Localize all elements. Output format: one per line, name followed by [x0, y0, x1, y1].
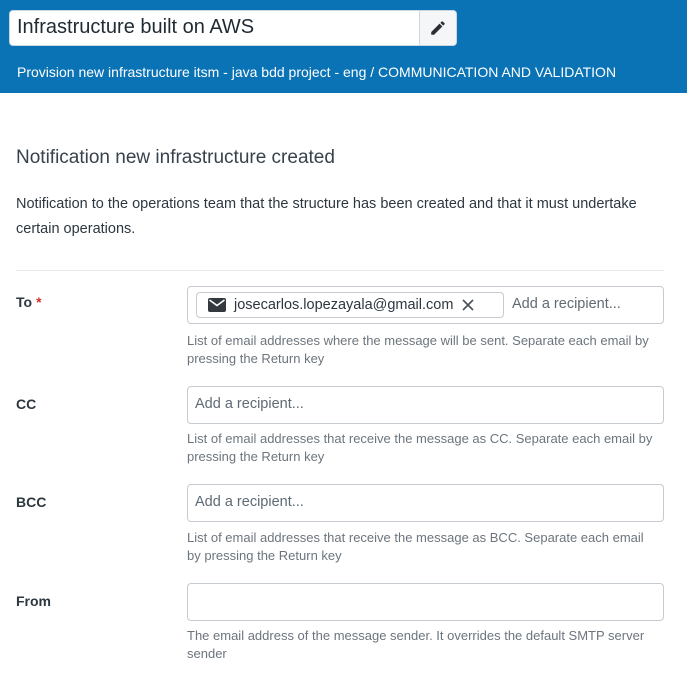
recipient-email: josecarlos.lopezayala@gmail.com	[234, 297, 454, 313]
cc-label: CC	[16, 396, 37, 412]
section-title: Notification new infrastructure created	[16, 147, 335, 168]
section-description: Notification to the operations team that…	[16, 196, 637, 237]
page-title[interactable]: Infrastructure built on AWS	[17, 16, 254, 39]
cc-input-placeholder[interactable]: Add a recipient...	[195, 396, 304, 412]
to-field[interactable]: josecarlos.lopezayala@gmail.com Add a re…	[187, 286, 664, 324]
required-marker: *	[36, 294, 42, 310]
cc-help-text: List of email addresses that receive the…	[187, 431, 653, 464]
bcc-field[interactable]: Add a recipient...	[187, 484, 664, 522]
from-help-text: The email address of the message sender.…	[187, 628, 645, 661]
bcc-input-placeholder[interactable]: Add a recipient...	[195, 494, 304, 510]
from-label: From	[16, 593, 51, 609]
pencil-icon	[431, 21, 445, 35]
edit-title-button[interactable]	[419, 11, 456, 45]
to-help-text: List of email addresses where the messag…	[187, 333, 649, 366]
from-field[interactable]	[187, 583, 664, 621]
to-label-text: To	[16, 294, 33, 310]
envelope-icon	[208, 298, 226, 312]
close-icon[interactable]	[461, 298, 475, 312]
page-header: Infrastructure built on AWS Provision ne…	[0, 0, 687, 93]
bcc-label: BCC	[16, 494, 47, 510]
cc-field[interactable]: Add a recipient...	[187, 386, 664, 424]
to-label: To *	[16, 294, 42, 310]
to-input-placeholder[interactable]: Add a recipient...	[512, 296, 621, 312]
title-field[interactable]: Infrastructure built on AWS	[9, 10, 457, 46]
breadcrumb: Provision new infrastructure itsm - java…	[17, 64, 617, 80]
recipient-chip[interactable]: josecarlos.lopezayala@gmail.com	[196, 292, 504, 318]
bcc-help-text: List of email addresses that receive the…	[187, 530, 644, 563]
divider	[16, 270, 664, 271]
